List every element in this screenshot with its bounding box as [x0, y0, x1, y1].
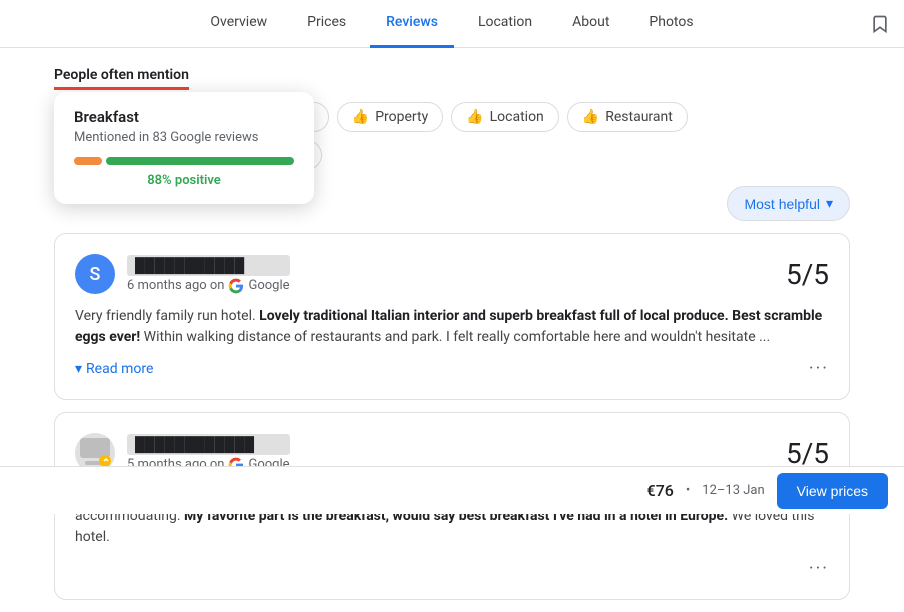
review-plain-1: Very friendly family run hotel.	[75, 308, 259, 324]
thumb-icon-restaurant: 👍	[582, 109, 599, 125]
nav-item-reviews[interactable]: Reviews	[370, 0, 454, 48]
reviewer-meta-1: 6 months ago on Google	[127, 278, 290, 294]
progress-bar	[74, 157, 294, 165]
tooltip-card: Breakfast Mentioned in 83 Google reviews…	[54, 92, 314, 204]
avatar-1: S	[75, 254, 115, 294]
review-end-1: Within walking distance of restaurants a…	[140, 329, 770, 345]
thumb-icon-property: 👍	[352, 109, 369, 125]
sort-dropdown-arrow: ▾	[826, 195, 833, 212]
tooltip-title: Breakfast	[74, 108, 294, 126]
nav-item-about[interactable]: About	[556, 0, 625, 48]
progress-negative	[74, 157, 102, 165]
review-text-1: Very friendly family run hotel. Lovely t…	[75, 306, 829, 348]
price-separator: •	[686, 483, 690, 498]
sort-label: Most helpful	[744, 196, 819, 212]
review-footer-1: ▾ Read more ···	[75, 358, 829, 379]
sort-button[interactable]: Most helpful ▾	[727, 186, 850, 221]
more-options-2[interactable]: ···	[809, 558, 829, 579]
review-header-1: S ███████████ 6 months ago on Google	[75, 254, 829, 294]
rating-2: 5/5	[786, 437, 829, 470]
nav-item-prices[interactable]: Prices	[291, 0, 362, 48]
chip-restaurant-label: Restaurant	[605, 109, 673, 125]
nav-item-location[interactable]: Location	[462, 0, 548, 48]
time-ago-1: 6 months ago on	[127, 278, 224, 293]
chip-location[interactable]: 👍 Location	[451, 102, 559, 132]
chip-property[interactable]: 👍 Property	[337, 102, 443, 132]
more-options-1[interactable]: ···	[809, 358, 829, 379]
read-more-button-1[interactable]: ▾ Read more	[75, 361, 153, 377]
reviewer-info-1: S ███████████ 6 months ago on Google	[75, 254, 290, 294]
chip-location-label: Location	[490, 109, 544, 125]
tooltip-subtitle: Mentioned in 83 Google reviews	[74, 130, 294, 145]
nav-item-overview[interactable]: Overview	[194, 0, 283, 48]
reviewer-name-1: ███████████	[127, 255, 290, 276]
review-footer-2: ···	[75, 558, 829, 579]
date-range: 12–13 Jan	[702, 483, 764, 498]
review-card-1: S ███████████ 6 months ago on Google	[54, 233, 850, 400]
chip-restaurant[interactable]: 👍 Restaurant	[567, 102, 688, 132]
read-more-label-1: Read more	[86, 361, 153, 377]
bottom-bar: €76 • 12–13 Jan View prices	[0, 466, 904, 514]
chip-property-label: Property	[375, 109, 428, 125]
nav-item-photos[interactable]: Photos	[633, 0, 709, 48]
view-prices-button[interactable]: View prices	[777, 473, 888, 509]
tooltip-percent: 88% positive	[74, 173, 294, 188]
progress-positive	[106, 157, 294, 165]
thumb-icon-location: 👍	[466, 109, 483, 125]
bookmark-button[interactable]	[856, 0, 904, 48]
people-mention-title: People often mention	[54, 67, 189, 90]
google-logo-1	[228, 278, 244, 294]
reviewer-name-2: ████████████	[127, 434, 290, 455]
price-display: €76	[647, 481, 674, 500]
read-more-arrow-1: ▾	[75, 361, 82, 377]
top-nav: Overview Prices Reviews Location About P…	[0, 0, 904, 48]
platform-1: Google	[248, 278, 289, 293]
reviewer-details-1: ███████████ 6 months ago on Google	[127, 255, 290, 294]
rating-1: 5/5	[786, 258, 829, 291]
